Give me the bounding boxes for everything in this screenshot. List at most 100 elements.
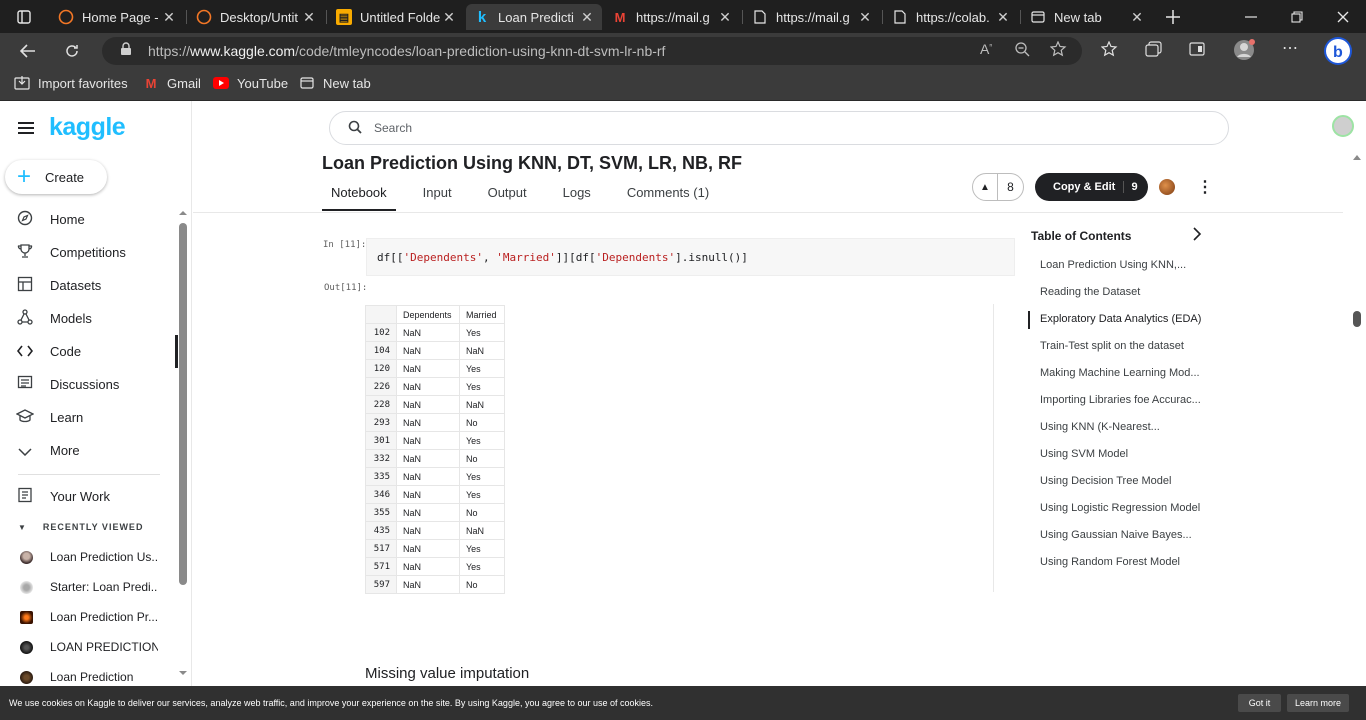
sidebar-item-your-work[interactable]: Your Work — [0, 480, 178, 513]
create-button[interactable]: + Create — [5, 160, 107, 194]
gmail-link[interactable]: M Gmail — [143, 75, 201, 91]
main-scrollbar[interactable] — [1351, 151, 1363, 681]
code-cell[interactable]: df[['Dependents', 'Married']][df['Depend… — [366, 238, 1015, 276]
tab-actions-icon[interactable] — [0, 0, 48, 33]
close-tab-icon[interactable]: ✕ — [1128, 9, 1146, 26]
author-avatar[interactable] — [1159, 179, 1175, 195]
learn-icon — [0, 409, 50, 426]
recent-item[interactable]: Loan Prediction Pr... — [0, 602, 178, 632]
upvote-widget[interactable]: ▲ 8 — [972, 173, 1024, 201]
close-tab-icon[interactable]: ✕ — [300, 9, 318, 26]
copy-edit-button[interactable]: Copy & Edit 9 — [1035, 173, 1148, 201]
table-row: 517 NaN Yes — [365, 539, 505, 558]
toc-item[interactable]: Loan Prediction Using KNN,... — [1040, 259, 1220, 271]
tab-logs[interactable]: Logs — [554, 185, 600, 211]
recently-viewed-toggle[interactable]: ▼ RECENTLY VIEWED — [18, 522, 143, 532]
close-tab-icon[interactable]: ✕ — [160, 9, 178, 26]
table-row: 301 NaN Yes — [365, 431, 505, 450]
column-header: Dependents — [396, 305, 460, 324]
browser-tab-4[interactable]: k Loan Predicti ✕ — [466, 4, 602, 30]
user-avatar[interactable] — [1332, 115, 1354, 137]
close-tab-icon[interactable]: ✕ — [578, 9, 596, 26]
recent-item[interactable]: Loan Prediction — [0, 662, 178, 686]
got-it-button[interactable]: Got it — [1238, 694, 1281, 712]
sidebar-item-competitions[interactable]: Competitions — [0, 236, 178, 269]
toc-item[interactable]: Reading the Dataset — [1040, 286, 1220, 298]
browser-tab-bar: Home Page - ✕ Desktop/Untit ✕ ▤ Untitled… — [0, 0, 1366, 33]
settings-more-icon[interactable]: ⋯ — [1282, 38, 1298, 58]
sidebar-item-label: Models — [50, 311, 92, 326]
menu-icon[interactable] — [18, 119, 34, 140]
toc-item[interactable]: Using SVM Model — [1040, 448, 1220, 460]
table-row: 293 NaN No — [365, 413, 505, 432]
tab-comments[interactable]: Comments (1) — [618, 185, 718, 211]
bing-copilot-icon[interactable]: b — [1323, 36, 1353, 69]
restore-icon[interactable] — [1274, 0, 1320, 33]
toc-item[interactable]: Using Logistic Regression Model — [1040, 502, 1220, 514]
url-field[interactable]: https://www.kaggle.com/code/tmleyncodes/… — [102, 37, 1082, 65]
search-input[interactable]: Search — [329, 111, 1229, 145]
chevron-right-icon[interactable] — [1192, 227, 1202, 244]
toc-item[interactable]: Making Machine Learning Mod... — [1040, 367, 1220, 379]
browser-tab-7[interactable]: https://colab. ✕ — [884, 4, 1018, 30]
code-string: 'Dependents' — [595, 251, 676, 264]
recent-item[interactable]: Starter: Loan Predi... — [0, 572, 178, 602]
kaggle-logo[interactable]: kaggle — [49, 113, 126, 142]
section-heading: Missing value imputation — [365, 665, 530, 682]
tab-input[interactable]: Input — [414, 185, 461, 211]
browser-tab-3[interactable]: ▤ Untitled Folde ✕ — [328, 4, 464, 30]
zoom-out-icon[interactable] — [1014, 41, 1030, 60]
browser-tab-2[interactable]: Desktop/Untit ✕ — [188, 4, 324, 30]
toc-item[interactable]: Using Decision Tree Model — [1040, 475, 1220, 487]
learn-more-button[interactable]: Learn more — [1287, 694, 1349, 712]
browser-tab-6[interactable]: https://mail.g ✕ — [744, 4, 880, 30]
read-aloud-icon[interactable]: Aⁿ — [980, 41, 992, 57]
browser-tab-5[interactable]: M https://mail.g ✕ — [604, 4, 740, 30]
back-icon[interactable] — [13, 36, 43, 66]
toc-item-active[interactable]: Exploratory Data Analytics (EDA) — [1040, 313, 1220, 325]
collections-icon[interactable] — [1145, 41, 1163, 60]
favorites-icon[interactable] — [1100, 40, 1119, 60]
minimize-icon[interactable] — [1228, 0, 1274, 33]
sidebar-item-more[interactable]: More — [0, 434, 178, 467]
upvote-arrow-icon[interactable]: ▲ — [973, 174, 999, 200]
add-favorite-icon[interactable] — [1049, 40, 1068, 60]
toc-item[interactable]: Using Random Forest Model — [1040, 556, 1220, 568]
close-tab-icon[interactable]: ✕ — [440, 9, 458, 26]
sidebar-item-learn[interactable]: Learn — [0, 401, 178, 434]
table-row: 120 NaN Yes — [365, 359, 505, 378]
import-favorites-link[interactable]: Import favorites — [14, 75, 128, 91]
close-tab-icon[interactable]: ✕ — [716, 9, 734, 26]
colab-icon: ▤ — [336, 9, 352, 25]
browser-tab-8[interactable]: New tab ✕ — [1022, 4, 1152, 30]
browser-tab-1[interactable]: Home Page - ✕ — [50, 4, 184, 30]
new-tab-button[interactable] — [1150, 0, 1196, 33]
cell-dependents: NaN — [396, 539, 460, 558]
toc-item[interactable]: Train-Test split on the dataset — [1040, 340, 1220, 352]
tab-output[interactable]: Output — [479, 185, 536, 211]
toc-item[interactable]: Using KNN (K-Nearest... — [1040, 421, 1220, 433]
recent-item[interactable]: LOAN PREDICTION... — [0, 632, 178, 662]
browser-essentials-icon[interactable] — [1189, 41, 1207, 60]
tab-title: https://colab. — [916, 9, 990, 25]
newtab-link[interactable]: New tab — [299, 75, 371, 91]
close-window-icon[interactable] — [1320, 0, 1366, 33]
toc-item[interactable]: Using Gaussian Naive Bayes... — [1040, 529, 1220, 541]
refresh-icon[interactable] — [57, 36, 87, 66]
sidebar-item-discussions[interactable]: Discussions — [0, 368, 178, 401]
more-options-icon[interactable]: ⋮ — [1197, 177, 1213, 197]
sidebar-item-datasets[interactable]: Datasets — [0, 269, 178, 302]
avatar — [20, 550, 33, 564]
recent-item[interactable]: Loan Prediction Us... — [0, 542, 178, 572]
sidebar-item-home[interactable]: Home — [0, 203, 178, 236]
close-tab-icon[interactable]: ✕ — [856, 9, 874, 26]
tab-notebook[interactable]: Notebook — [322, 185, 396, 211]
close-tab-icon[interactable]: ✕ — [994, 9, 1012, 26]
row-index: 517 — [365, 539, 397, 558]
sidebar-scrollbar[interactable] — [178, 209, 188, 679]
sidebar-item-code[interactable]: Code — [0, 335, 178, 368]
sidebar-item-models[interactable]: Models — [0, 302, 178, 335]
profile-avatar-icon[interactable] — [1233, 38, 1257, 65]
youtube-link[interactable]: YouTube — [213, 75, 288, 91]
toc-item[interactable]: Importing Libraries foe Accurac... — [1040, 394, 1220, 406]
